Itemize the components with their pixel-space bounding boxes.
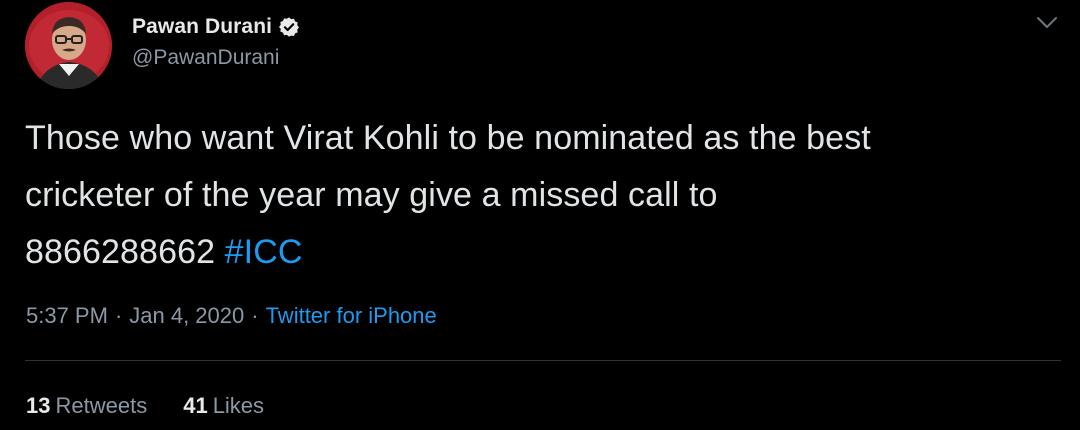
tweet-source-link[interactable]: Twitter for iPhone [266,303,437,328]
display-name[interactable]: Pawan Durani [132,15,272,39]
profile-photo-icon [25,2,112,89]
likes-label: Likes [212,393,265,418]
likes-count: 41 [183,393,208,418]
tweet-text-line: 8866288662 #ICC [25,224,1070,281]
user-handle[interactable]: @PawanDurani [132,46,300,70]
tweet-meta: 5:37 PM · Jan 4, 2020 · Twitter for iPhone [26,303,437,329]
tweet-card: Pawan Durani @PawanDurani Those who want… [0,0,1080,430]
name-row: Pawan Durani [132,12,300,42]
retweets-count: 13 [26,393,51,418]
tweet-text-line: cricketer of the year may give a missed … [25,176,718,214]
tweet-text-line: Those who want Virat Kohli to be nominat… [25,119,871,157]
separator: · [114,303,123,328]
likes-stat[interactable]: 41 Likes [183,393,264,419]
tweet-text: Those who want Virat Kohli to be nominat… [25,110,1070,281]
hashtag-link[interactable]: #ICC [225,233,303,271]
retweets-label: Retweets [55,393,148,418]
divider [25,360,1061,361]
author-block: Pawan Durani @PawanDurani [132,12,300,70]
verified-badge-icon [278,16,300,38]
tweet-time[interactable]: 5:37 PM [26,303,108,328]
retweets-stat[interactable]: 13 Retweets [26,393,147,419]
separator: · [251,303,259,328]
phone-number: 8866288662 [25,233,216,271]
tweet-stats: 13 Retweets 41 Likes [26,393,300,419]
tweet-date[interactable]: Jan 4, 2020 [129,303,244,328]
avatar[interactable] [25,2,112,89]
chevron-down-icon[interactable] [1034,12,1060,34]
